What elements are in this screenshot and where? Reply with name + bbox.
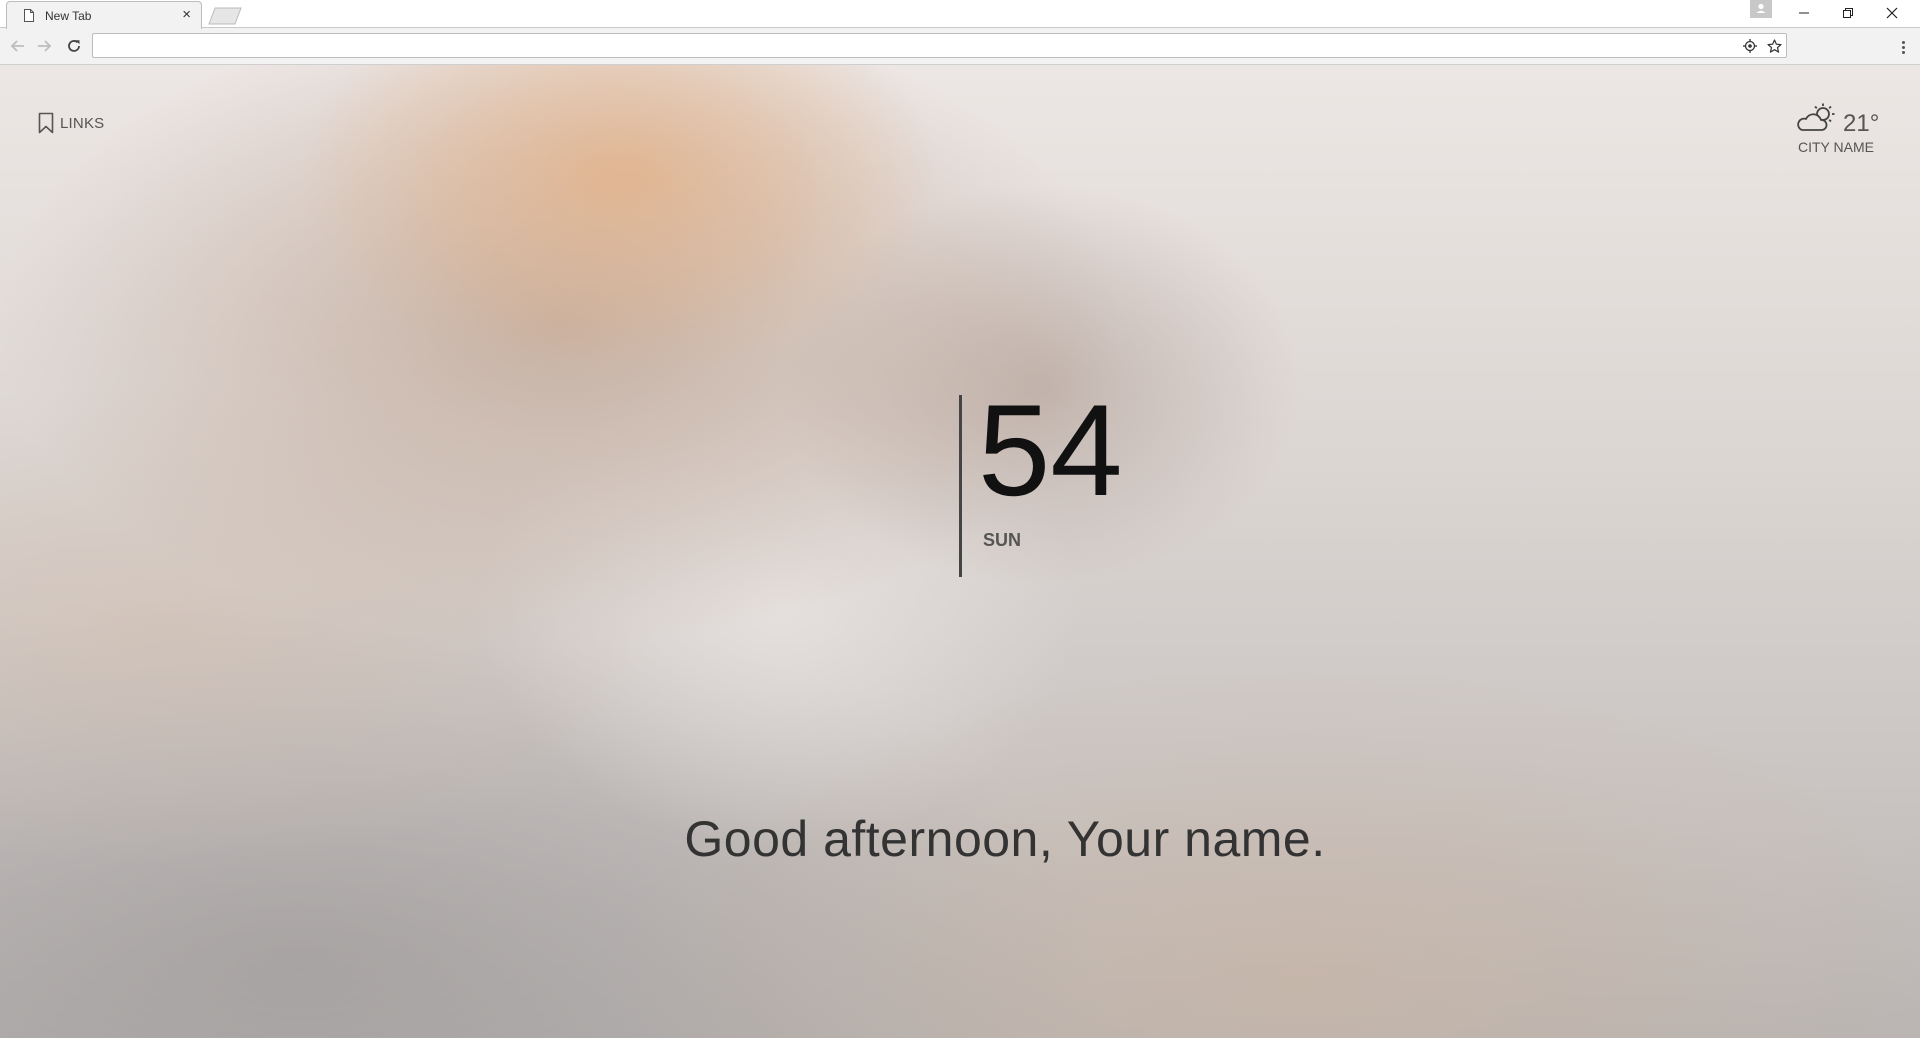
weather-city: CITY NAME [1798,139,1874,155]
new-tab-page: LINKS 21° CITY NAME 16 54 18 SUN Good af… [0,65,1920,1038]
profile-avatar-button[interactable] [1750,0,1772,18]
location-icon[interactable] [1741,37,1759,55]
bookmark-icon [38,112,54,134]
menu-dot [1901,45,1905,49]
arrow-right-icon [38,40,52,52]
person-icon [1756,3,1766,13]
close-window-button[interactable] [1870,0,1914,26]
back-button[interactable] [8,36,28,56]
greeting-text[interactable]: Good afternoon, Your name. [0,810,1920,868]
address-bar[interactable] [92,33,1787,58]
star-icon [1766,38,1782,53]
minimize-icon [1799,12,1809,14]
browser-toolbar [0,28,1920,65]
restore-button[interactable] [1826,0,1870,26]
tab-title: New Tab [45,9,92,23]
clock-minutes: 54 [978,377,1123,523]
new-tab-button[interactable] [208,7,242,25]
menu-dot [1901,40,1905,44]
close-tab-icon[interactable]: × [182,7,191,23]
restore-icon [1843,8,1853,18]
links-label: LINKS [60,114,105,132]
address-input[interactable] [99,36,1723,57]
reload-icon [68,40,80,52]
arrow-left-icon [10,40,24,52]
page-icon [24,9,34,22]
clock-weekday: SUN [983,530,1022,550]
browser-menu-button[interactable] [1894,37,1912,57]
crosshair-icon [1743,39,1757,53]
close-icon [1886,7,1898,19]
reload-button[interactable] [64,36,84,56]
minimize-button[interactable] [1782,0,1826,26]
menu-dot [1901,50,1905,54]
links-button[interactable]: LINKS [38,112,104,134]
browser-title-bar: New Tab × [0,0,1920,29]
forward-button[interactable] [34,36,54,56]
weather-temperature: 21° [1843,110,1880,137]
bookmark-star-button[interactable] [1765,37,1783,55]
tab-new-tab[interactable]: New Tab × [6,1,202,29]
clock-divider [959,395,962,577]
partly-sunny-icon [1797,103,1835,131]
